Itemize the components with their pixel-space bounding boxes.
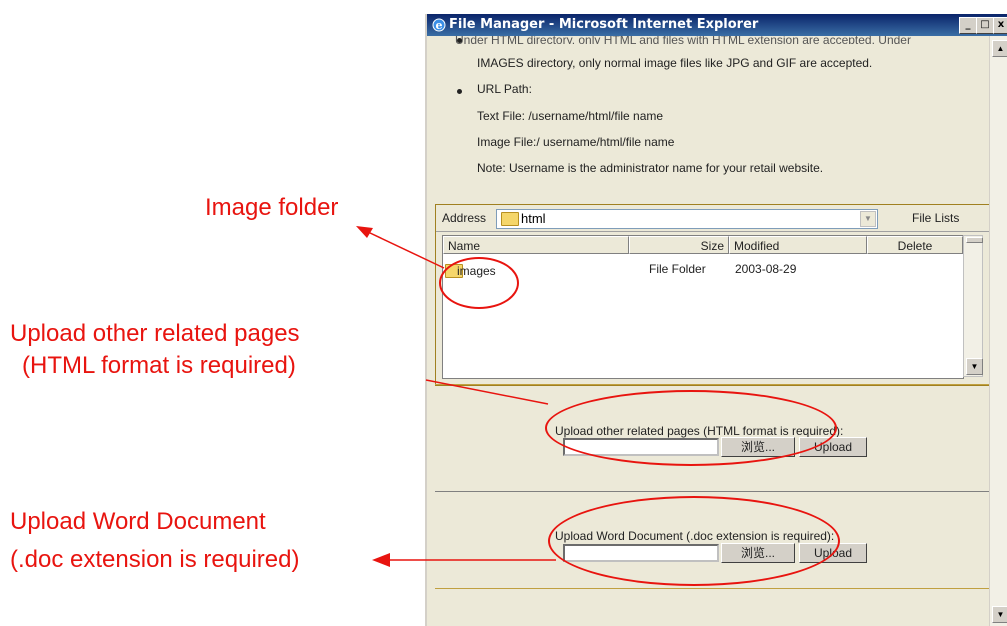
arrowhead-icon: [356, 226, 373, 238]
upload-pages-upload-button[interactable]: Upload: [799, 437, 867, 457]
column-header-size[interactable]: Size: [629, 236, 729, 254]
window-title: File Manager - Microsoft Internet Explor…: [449, 17, 759, 32]
close-button[interactable]: x: [993, 17, 1007, 34]
row-modified: 2003-08-29: [735, 262, 797, 276]
row-name[interactable]: images: [457, 264, 496, 278]
bullet-icon: [457, 38, 462, 43]
annotation-upload-word-line2: (.doc extension is required): [10, 546, 300, 573]
annotation-upload-pages-line2: (HTML format is required): [22, 352, 296, 379]
address-field[interactable]: html ▼: [496, 209, 878, 229]
arrowhead-icon: [372, 553, 390, 567]
page-scrollbar[interactable]: ▲ ▼: [989, 36, 1007, 626]
scroll-down-icon[interactable]: ▼: [966, 358, 983, 375]
info-cut-line: Under HTML directory, only HTML and file…: [455, 36, 911, 44]
title-bar[interactable]: e File Manager - Microsoft Internet Expl…: [427, 14, 1007, 36]
page-content: Under HTML directory, only HTML and file…: [427, 36, 991, 626]
column-header-delete[interactable]: Delete: [867, 236, 963, 254]
annotation-upload-pages-line1: Upload other related pages: [10, 320, 300, 347]
upload-pages-browse-button[interactable]: 浏览...: [721, 437, 795, 457]
file-list-scrollbar[interactable]: ▼: [963, 235, 983, 377]
address-label: Address: [442, 211, 487, 225]
svg-text:e: e: [436, 19, 443, 32]
address-value: html: [521, 211, 546, 226]
column-header-name[interactable]: Name: [443, 236, 629, 254]
file-lists-link[interactable]: File Lists: [912, 211, 959, 225]
info-text-file: Text File: /username/html/file name: [477, 109, 664, 123]
maximize-button[interactable]: □: [976, 17, 994, 34]
info-image-file: Image File:/ username/html/file name: [477, 135, 675, 149]
upload-word-file-input[interactable]: [563, 544, 719, 562]
scroll-up-icon[interactable]: [966, 237, 983, 243]
internet-explorer-icon: e: [432, 18, 446, 32]
divider: [435, 491, 989, 492]
divider: [435, 588, 989, 589]
chevron-down-icon[interactable]: ▼: [860, 211, 876, 227]
row-size: File Folder: [649, 262, 706, 276]
bullet-icon: [457, 89, 462, 94]
annotation-image-folder: Image folder: [205, 194, 339, 221]
table-row[interactable]: images File Folder 2003-08-29: [443, 260, 963, 280]
upload-word-upload-button[interactable]: Upload: [799, 543, 867, 563]
browser-window: e File Manager - Microsoft Internet Expl…: [425, 14, 1007, 626]
info-images-line: IMAGES directory, only normal image file…: [477, 56, 873, 70]
upload-pages-label: Upload other related pages (HTML format …: [555, 424, 844, 438]
scroll-down-icon[interactable]: ▼: [992, 606, 1007, 623]
scroll-up-icon[interactable]: ▲: [992, 40, 1007, 57]
annotation-upload-word-line1: Upload Word Document: [10, 508, 266, 535]
upload-word-label: Upload Word Document (.doc extension is …: [555, 529, 835, 543]
address-bar: Address html ▼ File Lists: [436, 205, 990, 232]
minimize-button[interactable]: _: [959, 17, 977, 34]
upload-pages-file-input[interactable]: [563, 438, 719, 456]
folder-icon: [501, 212, 519, 226]
file-list: Name Size Modified Delete images File Fo…: [442, 235, 964, 379]
info-url-path-label: URL Path:: [477, 82, 532, 96]
info-note: Note: Username is the administrator name…: [477, 161, 824, 175]
column-header-modified[interactable]: Modified: [729, 236, 867, 254]
divider: [435, 384, 989, 385]
upload-word-browse-button[interactable]: 浏览...: [721, 543, 795, 563]
file-manager-panel: Address html ▼ File Lists Name Size Modi…: [435, 204, 991, 386]
